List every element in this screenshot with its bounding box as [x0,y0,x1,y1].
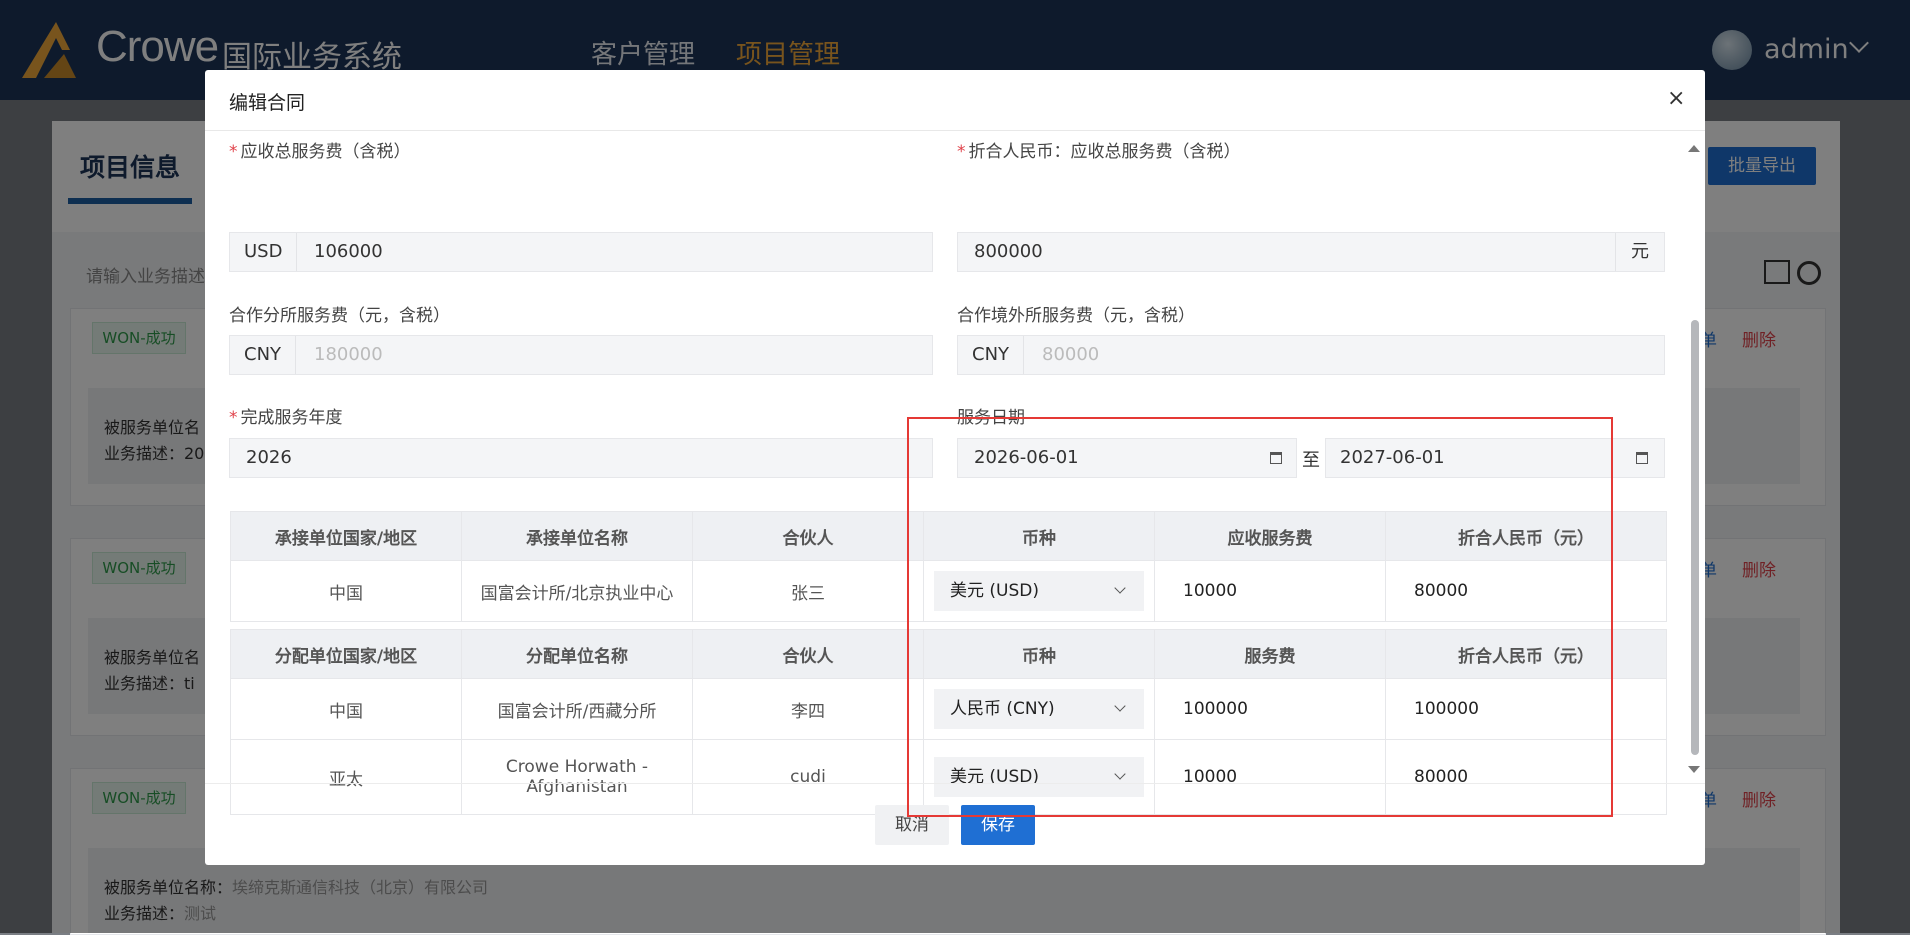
highlight-annotation-box [907,417,1613,817]
total-fee-rmb-field[interactable]: 800000 元 [957,232,1665,272]
service-year-value: 2026 [246,447,292,468]
country-cell: 中国 [230,678,462,740]
column-header: 合伙人 [692,629,924,679]
calendar-icon [1636,452,1648,464]
close-icon[interactable]: × [1667,86,1685,111]
column-header: 分配单位名称 [461,629,693,679]
column-header: 承接单位国家/地区 [230,511,462,561]
total-fee-label-text: 应收总服务费（含税） [240,142,411,162]
column-header: 承接单位名称 [461,511,693,561]
unit-suffix: 元 [1615,233,1664,271]
unit-cell: 国富会计所/西藏分所 [461,678,693,740]
country-cell: 中国 [230,560,462,622]
coop-overseas-fee-label: 合作境外所服务费（元，含税） [957,306,1195,326]
total-fee-label: * 应收总服务费（含税） [229,137,411,162]
column-header: 合伙人 [692,511,924,561]
scrollbar-thumb[interactable] [1691,320,1699,755]
partner-cell: 李四 [692,678,924,740]
total-fee-rmb-value: 800000 [974,241,1043,262]
partner-cell: 张三 [692,560,924,622]
scroll-up-arrow-icon[interactable] [1688,145,1700,152]
coop-branch-fee-placeholder: 180000 [314,344,383,365]
required-marker: * [957,142,966,162]
total-fee-field[interactable]: USD 106000 [229,232,933,272]
coop-branch-fee-field[interactable]: CNY 180000 [229,335,933,375]
unit-cell: 国富会计所/北京执业中心 [461,560,693,622]
total-fee-value: 106000 [314,241,383,262]
unit-cell: Crowe Horwath - Afghanistan [461,739,693,815]
service-year-label-text: 完成服务年度 [240,408,343,428]
currency-prefix: CNY [230,336,297,374]
dialog-header: 编辑合同 × [205,70,1705,131]
required-marker: * [229,142,238,162]
service-year-label: * 完成服务年度 [229,403,343,428]
total-fee-rmb-label: * 折合人民币：应收总服务费（含税） [957,137,1241,162]
service-year-field[interactable]: 2026 [229,438,933,478]
total-fee-rmb-label-text: 折合人民币：应收总服务费（含税） [968,142,1241,162]
scroll-down-arrow-icon[interactable] [1688,766,1700,773]
currency-prefix: USD [230,233,298,271]
column-header: 分配单位国家/地区 [230,629,462,679]
coop-branch-fee-label: 合作分所服务费（元，含税） [229,306,450,326]
required-marker: * [229,408,238,428]
coop-overseas-fee-placeholder: 80000 [1042,344,1100,365]
currency-prefix: CNY [958,336,1025,374]
country-cell: 亚太 [230,739,462,815]
coop-overseas-fee-field[interactable]: CNY 80000 [957,335,1665,375]
partner-cell: cudi [692,739,924,815]
dialog-title: 编辑合同 [229,92,306,114]
